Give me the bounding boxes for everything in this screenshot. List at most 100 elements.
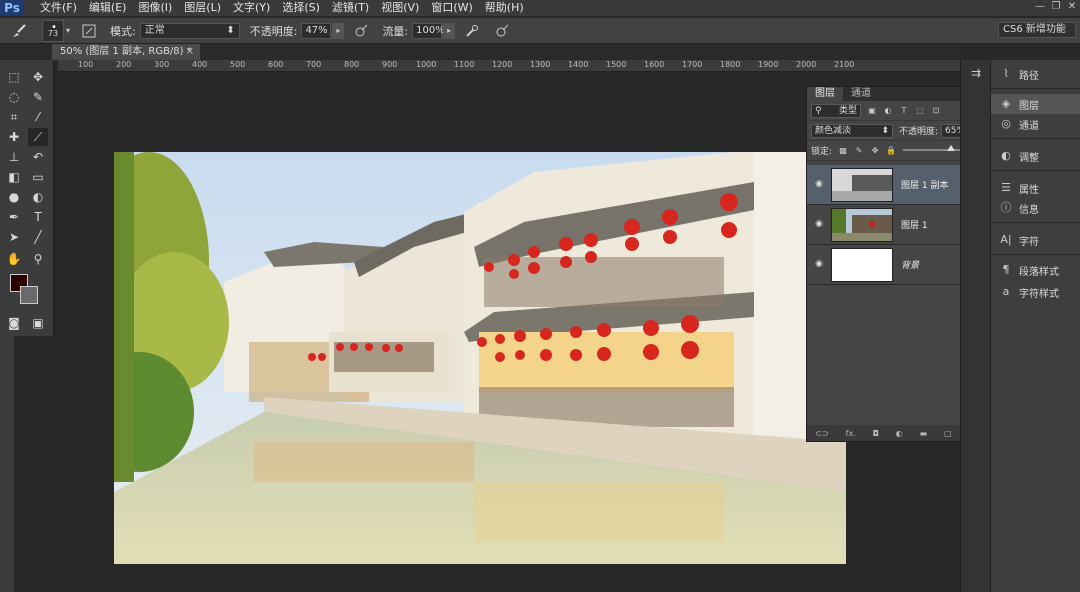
background-color-swatch[interactable] [20, 286, 38, 304]
ruler-tick: 500 [230, 60, 246, 69]
clone-stamp-tool-icon[interactable]: ⊥ [4, 148, 24, 166]
menu-file[interactable]: 文件(F) [34, 0, 83, 16]
eyedropper-tool-icon[interactable]: ⁄ [28, 108, 48, 126]
opacity-input[interactable]: 47% [301, 22, 332, 39]
lock-transparency-icon[interactable]: ▩ [838, 146, 848, 156]
panel-item-channels[interactable]: ◎ 通道 [991, 114, 1080, 134]
type-tool-icon[interactable]: T [28, 208, 48, 226]
document-tab[interactable]: 50% (图层 1 副本, RGB/8) * × [52, 44, 200, 60]
brush-tool-preset-icon[interactable] [8, 20, 30, 42]
tablet-pressure-opacity-icon[interactable] [350, 20, 372, 42]
minimize-button[interactable]: — [1032, 0, 1048, 14]
character-icon: A| [1000, 233, 1012, 246]
eraser-tool-icon[interactable]: ◧ [4, 168, 24, 186]
quick-select-tool-icon[interactable]: ✎ [28, 88, 48, 106]
lock-pixels-icon[interactable]: ✎ [854, 146, 864, 156]
menu-select[interactable]: 选择(S) [276, 0, 326, 16]
path-selection-tool-icon[interactable]: ➤ [4, 228, 24, 246]
panel-item-info[interactable]: ⓘ 信息 [991, 198, 1080, 218]
channels-icon: ◎ [1001, 117, 1011, 130]
menu-window[interactable]: 窗口(W) [425, 0, 478, 16]
tablet-pressure-size-icon[interactable] [491, 20, 513, 42]
panel-item-paragraph-styles[interactable]: ¶ 段落样式 [991, 260, 1080, 280]
panel-item-paths[interactable]: ⌇ 路径 [991, 64, 1080, 84]
dodge-tool-icon[interactable]: ◐ [28, 188, 48, 206]
tab-layers[interactable]: 图层 [807, 87, 843, 101]
lasso-tool-icon[interactable]: ◌ [4, 88, 24, 106]
window-controls: — ❐ ✕ [1032, 0, 1080, 14]
layer-filter-select[interactable]: ⚲ 类型 [811, 103, 861, 118]
line-tool-icon[interactable]: ╱ [28, 228, 48, 246]
panel-item-character-styles[interactable]: a 字符样式 [991, 282, 1080, 302]
shape-filter-icon[interactable]: ⬚ [915, 106, 925, 116]
eye-icon[interactable]: ◉ [813, 259, 825, 271]
eye-icon[interactable]: ◉ [813, 179, 825, 191]
divider [991, 88, 1080, 89]
history-brush-tool-icon[interactable]: ↶ [28, 148, 48, 166]
airbrush-icon[interactable] [461, 20, 483, 42]
crop-tool-icon[interactable]: ⌗ [4, 108, 24, 126]
blur-tool-icon[interactable]: ● [4, 188, 24, 206]
ruler-tick: 300 [154, 60, 170, 69]
link-icon[interactable]: ⊂⊃ [815, 429, 828, 438]
type-filter-icon[interactable]: T [899, 106, 909, 116]
canvas-photo[interactable] [114, 152, 846, 564]
eye-icon[interactable]: ◉ [813, 219, 825, 231]
lock-position-icon[interactable]: ✥ [870, 146, 880, 156]
brush-size-picker[interactable]: 73 [42, 15, 64, 42]
divider [991, 170, 1080, 171]
panel-item-properties[interactable]: ☰ 属性 [991, 178, 1080, 198]
healing-brush-tool-icon[interactable]: ✚ [4, 128, 24, 146]
new-layer-icon[interactable]: ▢ [944, 429, 952, 438]
menu-edit[interactable]: 编辑(E) [83, 0, 133, 16]
hand-tool-icon[interactable]: ✋ [4, 250, 24, 268]
menu-layer[interactable]: 图层(L) [178, 0, 227, 16]
menu-view[interactable]: 视图(V) [375, 0, 425, 16]
group-icon[interactable]: ▬ [920, 429, 928, 438]
close-icon[interactable]: × [186, 44, 194, 60]
brush-panel-icon[interactable] [78, 20, 100, 42]
mask-icon[interactable]: ◘ [873, 429, 879, 438]
brush-size-dropdown-icon[interactable]: ▾ [64, 23, 72, 39]
restore-button[interactable]: ❐ [1048, 0, 1064, 14]
flow-input[interactable]: 100% [412, 22, 445, 39]
marquee-tool-icon[interactable]: ⬚ [4, 68, 24, 86]
flow-label: 流量: [382, 24, 409, 38]
opacity-slider-thumb[interactable] [947, 145, 955, 151]
quick-mask-icon[interactable]: ◙ [4, 314, 24, 332]
close-window-button[interactable]: ✕ [1064, 0, 1080, 14]
adjustment-icon[interactable]: ◐ [896, 429, 903, 438]
adjust-icon: ◐ [1001, 149, 1011, 162]
canal-town-image [114, 152, 846, 564]
adjustment-filter-icon[interactable]: ◐ [883, 106, 893, 116]
fx-icon[interactable]: fx. [846, 429, 856, 438]
brush-tool-icon[interactable]: ⟋ [28, 128, 48, 146]
ruler-tick: 700 [306, 60, 322, 69]
blend-mode-select[interactable]: 颜色减淡 ⬍ [811, 123, 893, 138]
panel-item-layers[interactable]: ◈ 图层 [991, 94, 1080, 114]
mode-label: 模式: [110, 24, 136, 38]
pixel-filter-icon[interactable]: ▣ [867, 106, 877, 116]
screen-mode-icon[interactable]: ▣ [28, 314, 48, 332]
panel-item-adjustments[interactable]: ◐ 调整 [991, 146, 1080, 166]
move-tool-icon[interactable]: ✥ [28, 68, 48, 86]
opacity-slider-toggle[interactable]: ▸ [332, 22, 345, 39]
panel-item-character[interactable]: A| 字符 [991, 230, 1080, 250]
mode-select[interactable]: 正常 ⬍ [139, 22, 240, 39]
zoom-tool-icon[interactable]: ⚲ [28, 250, 48, 268]
properties-icon: ☰ [1001, 181, 1011, 194]
panel-collapse-icon[interactable]: ⇉ [965, 66, 987, 86]
menu-filter[interactable]: 滤镜(T) [326, 0, 375, 16]
menu-image[interactable]: 图像(I) [132, 0, 178, 16]
pen-tool-icon[interactable]: ✒ [4, 208, 24, 226]
chevron-down-icon: ⬍ [226, 24, 235, 36]
lock-all-icon[interactable]: 🔒 [886, 146, 896, 156]
tab-channels[interactable]: 通道 [843, 87, 879, 101]
flow-slider-toggle[interactable]: ▸ [443, 22, 456, 39]
ruler-tick: 400 [192, 60, 208, 69]
workspace-switcher[interactable]: CS6 新增功能 [998, 22, 1076, 38]
smart-object-filter-icon[interactable]: ⊡ [931, 106, 941, 116]
menu-help[interactable]: 帮助(H) [479, 0, 530, 16]
menu-type[interactable]: 文字(Y) [227, 0, 276, 16]
gradient-tool-icon[interactable]: ▭ [28, 168, 48, 186]
